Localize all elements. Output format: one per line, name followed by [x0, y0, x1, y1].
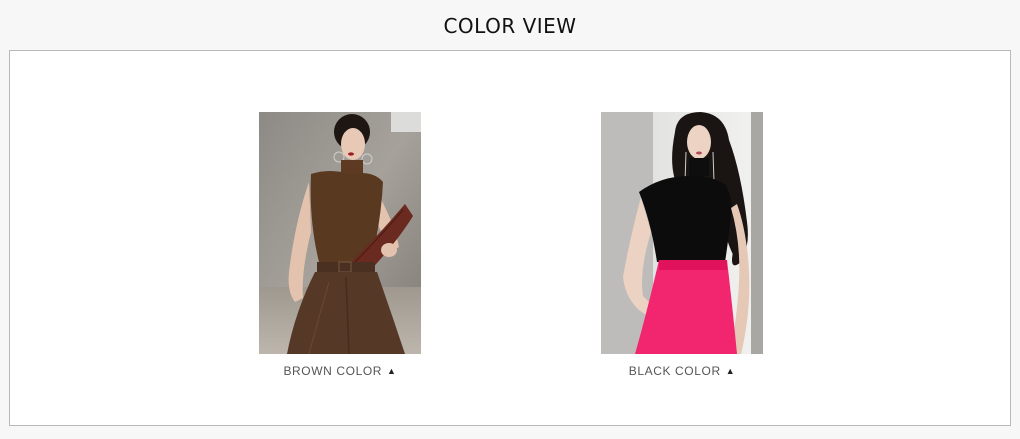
- color-label-text: BROWN COLOR: [283, 364, 383, 378]
- color-card-black[interactable]: BLACK COLOR ▲: [601, 112, 763, 379]
- page-title: COLOR VIEW: [443, 14, 577, 38]
- color-label-black[interactable]: BLACK COLOR ▲: [601, 363, 763, 379]
- color-label-text: BLACK COLOR: [628, 364, 721, 378]
- triangle-up-icon: ▲: [725, 366, 736, 376]
- product-photo-brown[interactable]: [259, 112, 421, 354]
- color-label-brown[interactable]: BROWN COLOR ▲: [259, 363, 421, 379]
- color-view-page: COLOR VIEW BROWN COLOR ▲ BLACK COLOR ▲: [0, 0, 1020, 439]
- product-photo-black[interactable]: [601, 112, 763, 354]
- color-card-brown[interactable]: BROWN COLOR ▲: [259, 112, 421, 379]
- triangle-up-icon: ▲: [387, 366, 397, 376]
- color-view-panel: BROWN COLOR ▲ BLACK COLOR ▲: [9, 50, 1011, 426]
